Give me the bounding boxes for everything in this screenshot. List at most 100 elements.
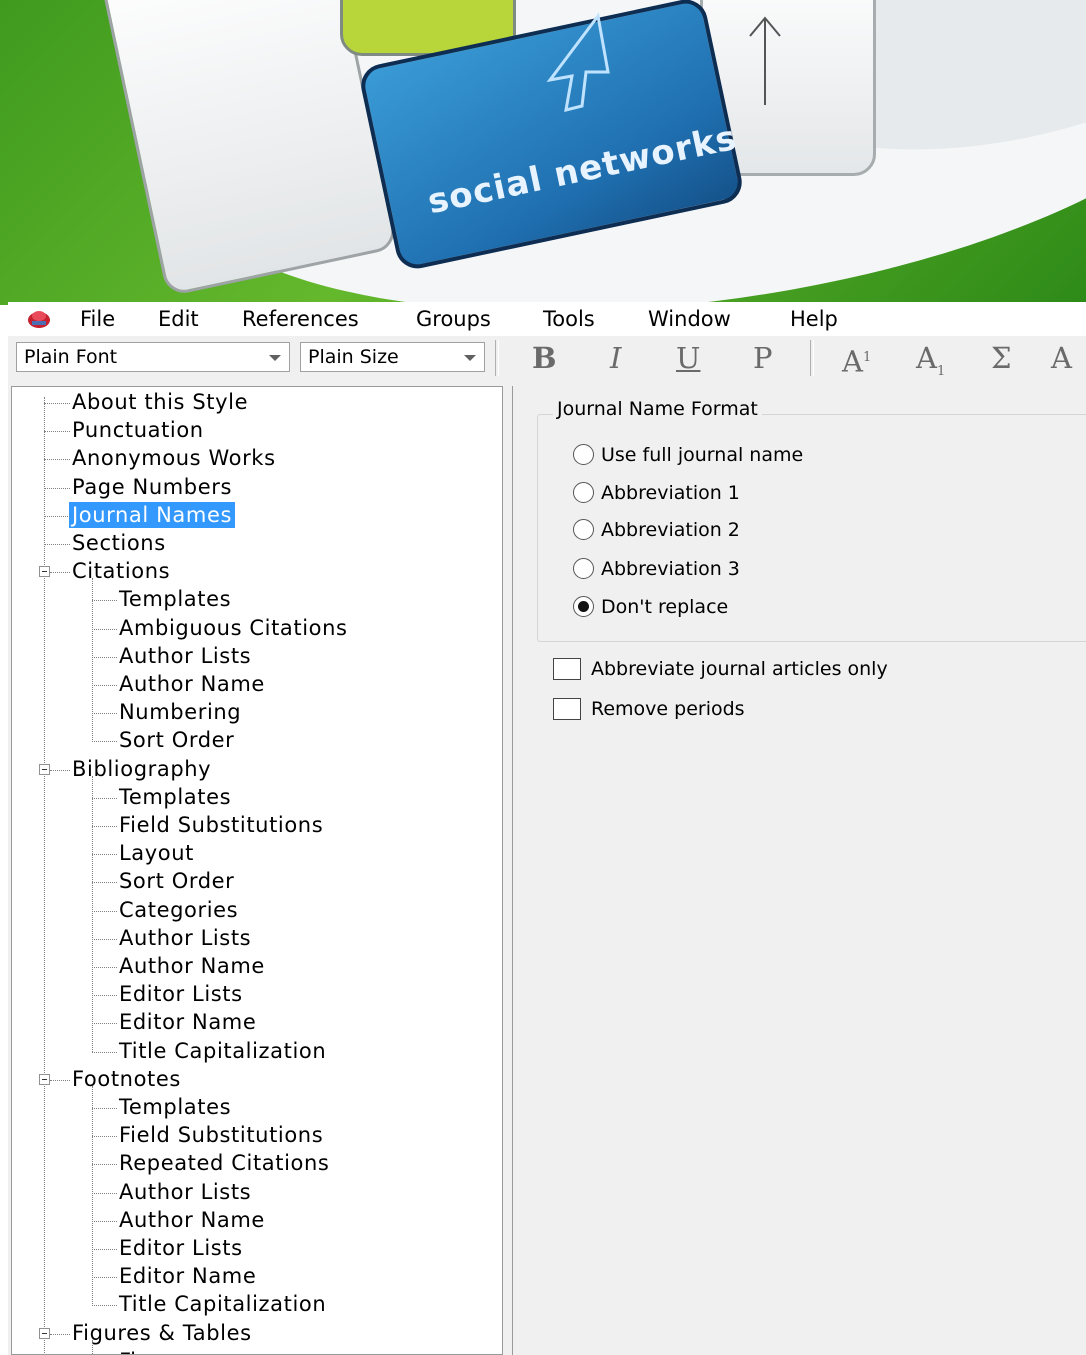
tree-connector [92,1164,117,1166]
tree-item[interactable]: Editor Lists [119,1235,243,1261]
menu-groups[interactable]: Groups [416,304,491,334]
subscript-mark: 1 [936,363,946,379]
tree-connector [92,938,117,940]
tree-item[interactable]: Footnotes [72,1066,181,1092]
tree-item[interactable]: Editor Name [119,1009,256,1035]
collapse-icon[interactable] [39,763,50,775]
radio-label: Abbreviation 3 [601,558,740,580]
tree-connector [50,1333,70,1335]
tree-item[interactable]: Citations [72,558,170,584]
radio-button[interactable] [573,444,594,465]
banner-image: social networks [0,0,1086,305]
tree-connector [50,1079,70,1081]
tree-item[interactable]: Title Capitalization [119,1291,326,1317]
italic-button[interactable]: I [610,338,621,378]
collapse-icon[interactable] [39,1327,50,1339]
tree-connector [92,1051,117,1053]
tree-item[interactable]: Editor Lists [119,981,243,1007]
tree-item[interactable]: Author Lists [119,1179,251,1205]
tree-item[interactable]: Title Capitalization [119,1038,326,1064]
symbol-button[interactable]: Σ [991,338,1012,378]
font-select-value: Plain Font [24,346,118,368]
tree-item[interactable]: Anonymous Works [72,445,276,471]
tree-item[interactable]: Editor Name [119,1263,256,1289]
font-select[interactable]: Plain Font [16,342,290,372]
tree-item[interactable]: Author Name [119,953,265,979]
tree-connector [44,431,70,433]
tree-item[interactable]: About this Style [72,389,248,415]
tree-item[interactable]: Author Lists [119,643,251,669]
tree-item[interactable]: Templates [119,1094,231,1120]
tree-item[interactable]: Figures & Tables [72,1320,252,1346]
tree-connector [44,544,70,545]
checkbox[interactable] [553,698,581,720]
tree-item[interactable]: Templates [119,586,231,612]
plain-button[interactable]: P [753,338,773,378]
radio-label: Use full journal name [601,444,804,466]
tree-connector [92,628,117,630]
tree-item[interactable]: Categories [119,897,238,923]
tree-connector [92,600,117,602]
tree-item[interactable]: Author Name [119,1207,265,1233]
tree-connector [92,1305,117,1307]
tree-connector [92,685,117,686]
menu-file[interactable]: File [80,304,115,334]
tree-item-selected[interactable]: Journal Names [69,501,235,528]
tree-item[interactable]: Field Substitutions [119,812,323,838]
superscript-button[interactable]: A1 [842,338,871,382]
radio-button[interactable] [573,519,594,540]
cursor-arrow-icon [546,12,610,113]
tree-connector [92,1277,117,1279]
tree-item[interactable]: Sections [72,530,166,556]
tree-item[interactable]: Author Lists [119,925,251,951]
collapse-icon[interactable] [39,566,50,578]
subscript-button[interactable]: A1 [916,338,945,392]
radio-button-checked[interactable] [573,596,594,617]
tree-item[interactable]: Sort Order [119,868,234,894]
collapse-icon[interactable] [39,1073,50,1085]
tree-item[interactable]: Field Substitutions [119,1122,323,1148]
tree-item[interactable]: Author Name [119,671,265,697]
superscript-mark: 1 [862,350,872,365]
size-select-value: Plain Size [308,346,399,368]
tree-connector [44,515,70,517]
checkbox-label: Abbreviate journal articles only [591,658,888,680]
toolbar-separator [810,340,814,376]
tree-item[interactable]: Figures [119,1348,198,1354]
tree-item[interactable]: Punctuation [72,417,204,443]
menu-tools[interactable]: Tools [543,304,595,334]
bold-button[interactable]: B [532,338,557,378]
tree-connector [92,854,117,856]
tree-connector [92,656,117,658]
journal-names-panel: Journal Name Format Use full journal nam… [512,386,1086,1355]
tree-connector [92,797,117,799]
tree-item[interactable]: Templates [119,784,231,810]
size-select[interactable]: Plain Size [300,342,485,372]
chevron-down-icon [269,355,281,361]
tree-item[interactable]: Layout [119,840,194,866]
tree-item[interactable]: Page Numbers [72,474,232,500]
tree-item[interactable]: Numbering [119,699,241,725]
tree-item[interactable]: Ambiguous Citations [119,615,348,641]
format-button-partial[interactable]: A [1051,338,1072,378]
tree-root-line [44,397,45,1354]
radio-button[interactable] [573,558,594,579]
tree-branch-line [92,1086,93,1306]
menu-edit[interactable]: Edit [158,304,199,334]
up-arrow-icon [749,16,781,105]
superscript-base: A [842,344,863,379]
menu-references[interactable]: References [242,304,359,334]
radio-button[interactable] [573,482,594,503]
menu-help[interactable]: Help [790,304,838,334]
tree-item[interactable]: Sort Order [119,727,234,753]
tree-branch-line [92,775,93,1052]
tree-connector [92,882,117,884]
tree-connector [92,1220,117,1222]
tree-connector [92,1249,117,1250]
underline-button[interactable]: U [676,338,700,378]
tree-item[interactable]: Repeated Citations [119,1150,329,1176]
checkbox[interactable] [553,658,581,680]
format-toolbar: Plain Font Plain Size B I U P A1 A1 Σ A [8,336,1086,382]
checkbox-label: Remove periods [591,698,745,720]
menu-window[interactable]: Window [648,304,731,334]
